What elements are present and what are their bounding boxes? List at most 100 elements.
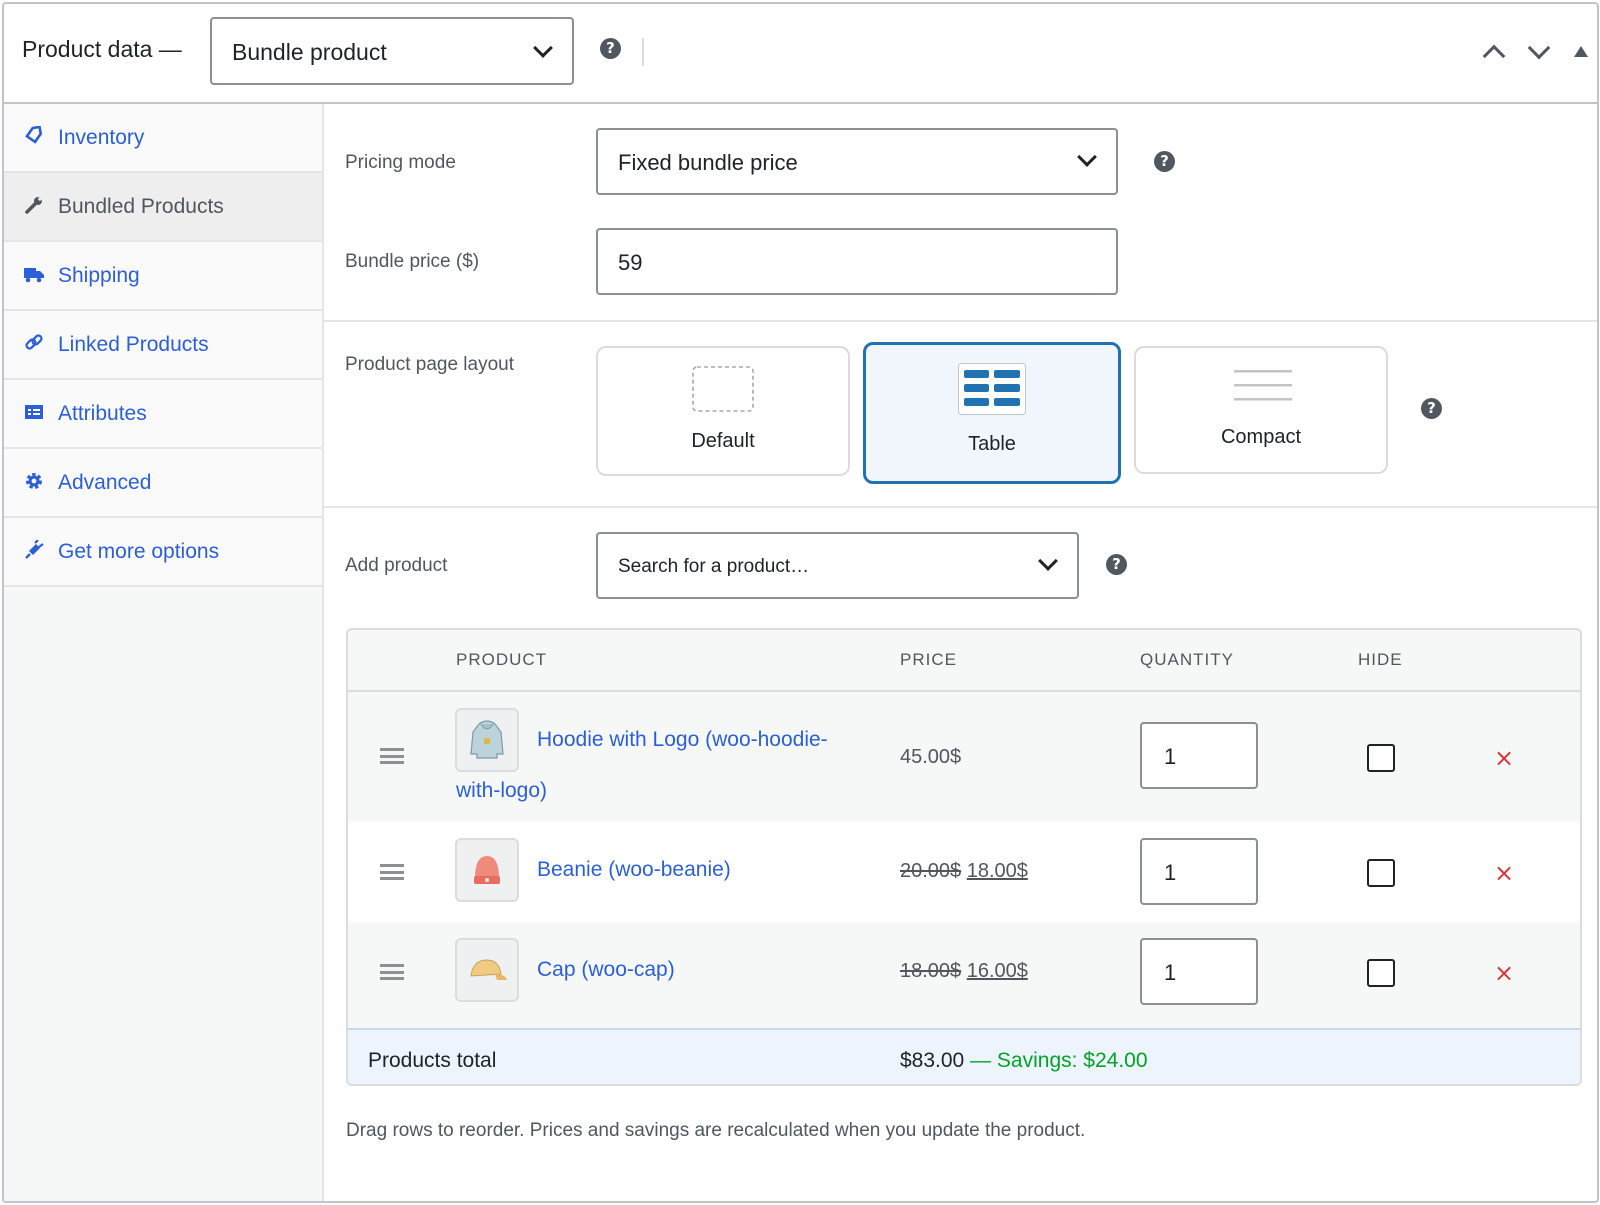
chevron-down-icon: [1038, 551, 1058, 571]
product-link[interactable]: Beanie (woo-beanie): [537, 844, 731, 895]
product-thumbnail: [455, 938, 519, 1002]
tab-advanced[interactable]: Advanced: [4, 449, 322, 518]
drag-handle-icon[interactable]: [380, 964, 404, 980]
table-header: PRODUCT PRICE QUANTITY HIDE: [348, 630, 1580, 692]
tab-bundled-products[interactable]: Bundled Products: [4, 173, 322, 242]
beanie-icon: [474, 856, 500, 884]
bundled-items-table: PRODUCT PRICE QUANTITY HIDE Hoodie with …: [346, 628, 1582, 1086]
column-header-quantity: QUANTITY: [1140, 650, 1234, 669]
drag-handle-icon[interactable]: [380, 864, 404, 880]
tab-label: Shipping: [58, 264, 140, 287]
search-placeholder: Search for a product…: [618, 556, 810, 577]
tab-label: Get more options: [58, 540, 220, 563]
product-link[interactable]: Cap (woo-cap): [537, 944, 675, 995]
regular-price: 20.00$: [900, 860, 962, 882]
hide-checkbox[interactable]: [1367, 859, 1395, 887]
layout-option-label: Compact: [1220, 426, 1302, 448]
section-divider: [324, 506, 1597, 508]
table-row: Hoodie with Logo (woo-hoodie- with-logo)…: [348, 692, 1580, 822]
layout-option-table[interactable]: Table: [863, 342, 1121, 484]
help-icon[interactable]: ?: [1421, 398, 1442, 419]
bundle-price-label: Bundle price ($): [345, 251, 480, 272]
quantity-input[interactable]: 1: [1140, 938, 1258, 1005]
pricing-mode-value: Fixed bundle price: [618, 150, 798, 175]
column-header-hide: HIDE: [1358, 650, 1403, 669]
chevron-up-icon[interactable]: [1482, 44, 1506, 68]
help-icon[interactable]: ?: [1154, 151, 1175, 172]
pricing-mode-select[interactable]: Fixed bundle price: [596, 128, 1118, 195]
divider: [642, 38, 644, 66]
pricing-mode-label: Pricing mode: [345, 152, 456, 173]
truck-icon: [24, 268, 44, 283]
discounted-price: 18.00$: [966, 860, 1028, 882]
hide-checkbox[interactable]: [1367, 744, 1395, 772]
remove-icon[interactable]: ×: [1494, 959, 1514, 987]
savings-amount: Savings: $24.00: [996, 1049, 1148, 1072]
total-amount: $83.00: [900, 1049, 965, 1072]
product-type-value: Bundle product: [232, 39, 387, 65]
help-icon[interactable]: ?: [1106, 554, 1127, 575]
gear-icon: [26, 473, 42, 489]
tab-label: Attributes: [58, 402, 147, 425]
table-row: Beanie (woo-beanie) 20.00$ 18.00$ 1 ×: [348, 822, 1580, 922]
hide-checkbox[interactable]: [1367, 959, 1395, 987]
remove-icon[interactable]: ×: [1494, 859, 1514, 887]
bundle-price-input[interactable]: 59: [596, 228, 1118, 295]
chevron-down-icon: [1077, 147, 1097, 167]
products-total-label: Products total: [368, 1049, 497, 1072]
tab-inventory[interactable]: Inventory: [4, 104, 322, 173]
table-row: Cap (woo-cap) 18.00$ 16.00$ 1 ×: [348, 922, 1580, 1028]
bundled-products-panel: Pricing mode Fixed bundle price ? Bundle…: [324, 104, 1597, 1201]
tab-label: Inventory: [58, 126, 145, 149]
column-header-product: PRODUCT: [456, 650, 548, 669]
tab-linked-products[interactable]: Linked Products: [4, 311, 322, 380]
tab-label: Linked Products: [58, 333, 209, 356]
help-note: Drag rows to reorder. Prices and savings…: [346, 1120, 1086, 1141]
link-icon: [25, 334, 43, 350]
compact-layout-icon: [1234, 370, 1292, 401]
tag-icon: [25, 126, 43, 144]
quantity-value: 1: [1164, 744, 1177, 769]
help-icon[interactable]: ?: [600, 38, 621, 59]
panel-header: Product data — Bundle product ?: [4, 4, 1597, 104]
product-type-select[interactable]: Bundle product: [210, 17, 574, 85]
quantity-input[interactable]: 1: [1140, 722, 1258, 789]
column-header-price: PRICE: [900, 650, 957, 669]
list-card-icon: [25, 405, 43, 419]
chevron-down-icon: [533, 38, 553, 58]
tab-attributes[interactable]: Attributes: [4, 380, 322, 449]
layout-option-label: Default: [691, 430, 755, 452]
layout-option-default[interactable]: Default: [596, 346, 850, 476]
plugin-icon: [25, 540, 44, 559]
chevron-down-icon[interactable]: [1527, 36, 1551, 60]
regular-price: 18.00$: [900, 960, 962, 982]
layout-label: Product page layout: [345, 354, 515, 375]
product-thumbnail: [455, 838, 519, 902]
table-layout-icon: [958, 363, 1026, 415]
default-layout-icon: [692, 366, 754, 412]
tab-get-more-options[interactable]: Get more options: [4, 518, 322, 587]
collapse-triangle-icon[interactable]: [1574, 46, 1588, 57]
quantity-value: 1: [1164, 960, 1177, 985]
tab-shipping[interactable]: Shipping: [4, 242, 322, 311]
product-price: 18.00$ 16.00$: [900, 960, 1028, 983]
remove-icon[interactable]: ×: [1494, 744, 1514, 772]
layout-option-label: Table: [968, 433, 1016, 455]
drag-handle-icon[interactable]: [380, 748, 404, 764]
discounted-price: 16.00$: [966, 960, 1028, 982]
tab-label: Bundled Products: [58, 195, 224, 218]
layout-option-compact[interactable]: Compact: [1134, 346, 1388, 474]
product-link[interactable]: with-logo): [456, 765, 547, 816]
section-divider: [324, 320, 1597, 322]
wrench-icon: [25, 197, 42, 214]
total-dash: —: [970, 1049, 992, 1072]
product-link[interactable]: Hoodie with Logo (woo-hoodie-: [537, 714, 828, 765]
hoodie-icon: [470, 720, 504, 759]
product-price: 20.00$ 18.00$: [900, 860, 1028, 883]
product-search-select[interactable]: Search for a product…: [596, 532, 1079, 599]
product-price: 45.00$: [900, 746, 962, 768]
panel-title: Product data —: [22, 36, 182, 62]
products-total-value: $83.00 — Savings: $24.00: [900, 1049, 1148, 1073]
cap-icon: [470, 959, 507, 980]
quantity-input[interactable]: 1: [1140, 838, 1258, 905]
